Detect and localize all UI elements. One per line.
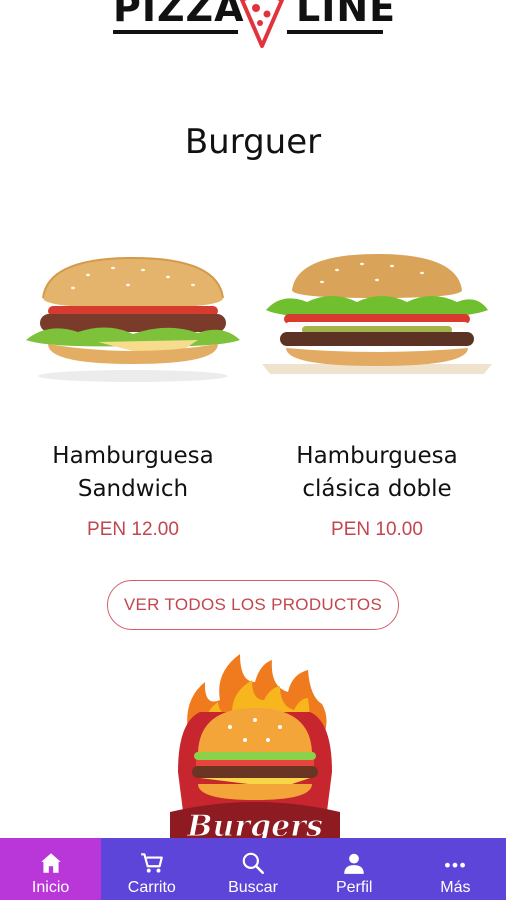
product-image <box>26 256 240 382</box>
nav-item-inicio[interactable]: Inicio <box>0 838 102 900</box>
product-card[interactable]: Hamburguesa clásica doble PEN 10.00 <box>262 240 492 541</box>
nav-label: Carrito <box>127 879 176 896</box>
nav-label: Perfil <box>335 879 373 896</box>
cart-icon <box>140 853 163 873</box>
nav-label: Buscar <box>228 879 278 896</box>
bottom-navigation: Inicio Carrito Buscar Perfil Más <box>0 838 506 900</box>
logo-underline-right <box>287 30 383 34</box>
home-icon <box>40 853 61 873</box>
view-all-products-button[interactable]: VER TODOS LOS PRODUCTOS <box>107 580 399 630</box>
logo-underline-left <box>113 30 238 34</box>
nav-item-buscar[interactable]: Buscar <box>202 838 303 900</box>
product-price: PEN 12.00 <box>87 519 179 540</box>
nav-item-carrito[interactable]: Carrito <box>101 838 202 900</box>
product-card[interactable]: Hamburguesa Sandwich PEN 12.00 <box>18 240 248 541</box>
brand-logo-left-text: PIZZA <box>113 0 245 30</box>
brand-logo: PIZZA LINE <box>0 0 506 56</box>
person-icon <box>344 853 364 874</box>
burgers-promo-logo: Burgers <box>170 654 340 842</box>
nav-item-mas[interactable]: Más <box>405 838 506 900</box>
brand-logo-right-text: LINE <box>296 0 397 30</box>
product-name: Hamburguesa clásica doble <box>296 443 458 502</box>
product-image <box>262 254 492 374</box>
search-icon <box>242 852 265 875</box>
nav-item-perfil[interactable]: Perfil <box>304 838 405 900</box>
section-title: Burguer <box>184 122 322 162</box>
nav-label: Inicio <box>31 879 70 896</box>
pizza-slice-icon <box>240 0 284 48</box>
product-name: Hamburguesa Sandwich <box>52 443 214 502</box>
product-price: PEN 10.00 <box>331 519 423 540</box>
more-icon <box>445 862 466 868</box>
nav-label: Más <box>440 879 471 896</box>
